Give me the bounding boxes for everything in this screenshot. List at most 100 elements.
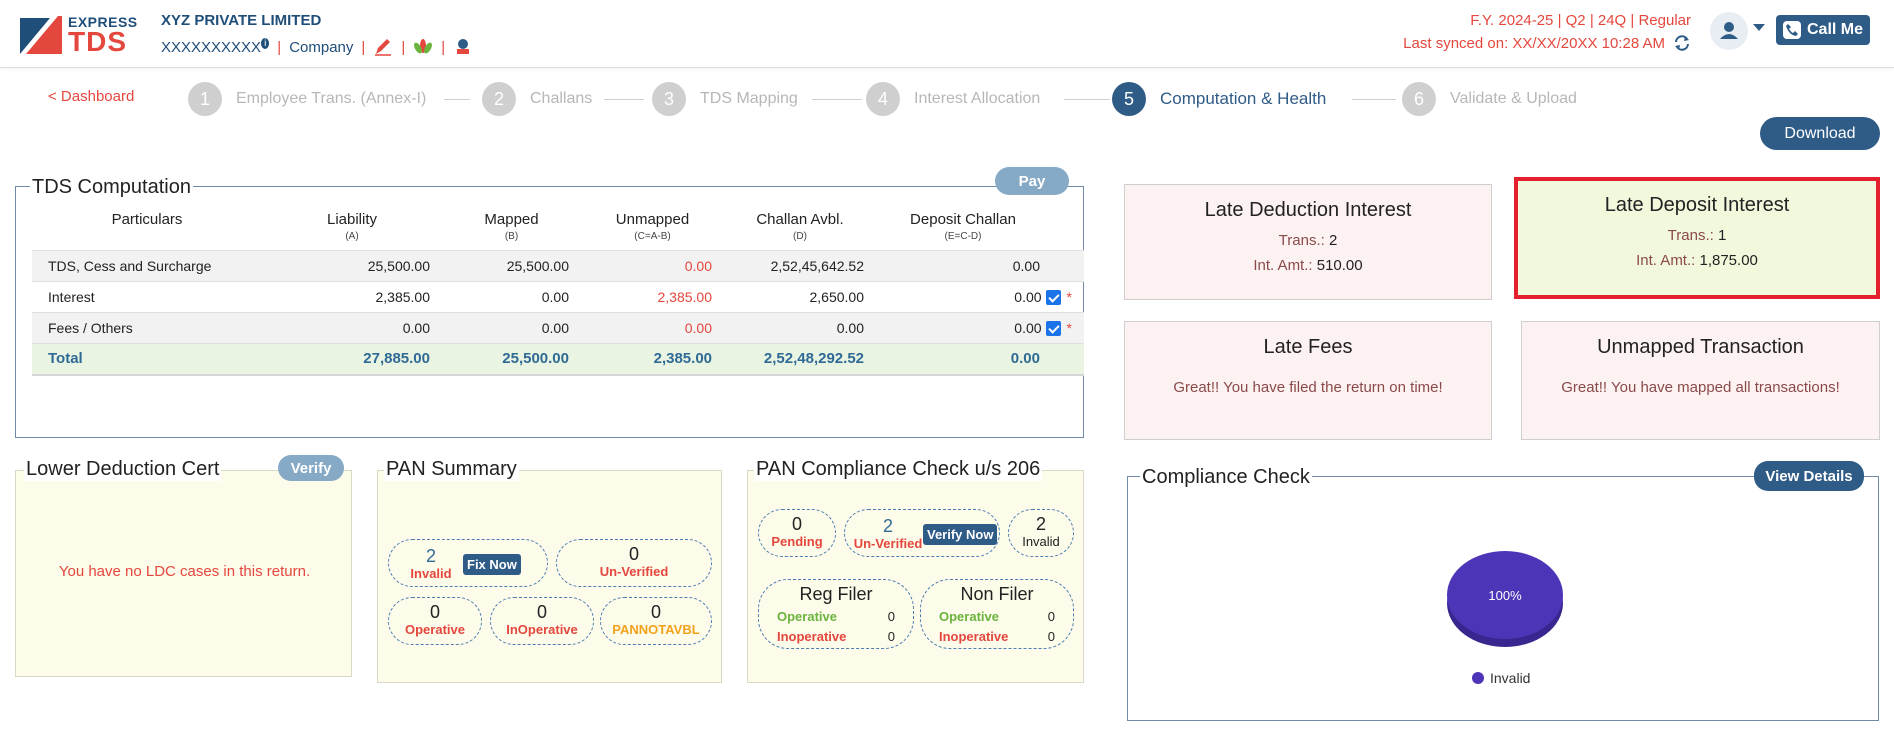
step-label: Computation & Health <box>1160 89 1327 108</box>
interest-deposit-checkbox[interactable] <box>1045 290 1061 306</box>
back-to-dashboard-link[interactable]: < Dashboard <box>48 88 134 105</box>
column-header: Liability (A) <box>262 211 442 251</box>
bubble-count: 0 <box>536 602 547 622</box>
column-header: Unmapped (C=A-B) <box>581 211 724 251</box>
table-row: Interest 2,385.00 0.00 2,385.00 2,650.00… <box>32 281 1084 313</box>
non-filer-title: Non Filer <box>960 584 1034 604</box>
pay-button[interactable]: Pay <box>995 167 1069 195</box>
logo-tds-text: TDS <box>68 26 127 57</box>
fees-deposit-checkbox[interactable] <box>1045 321 1061 337</box>
separator: | <box>277 38 282 56</box>
deposit-value: 0.00 <box>1014 319 1042 336</box>
tan-info-icon[interactable]: i <box>261 38 270 49</box>
emblem-icon[interactable] <box>453 38 473 56</box>
card-title: Late Fees <box>1263 336 1353 358</box>
compliance-unverified-bubble[interactable]: 2 Un-Verified Verify Now <box>844 509 1000 557</box>
column-label: Mapped <box>484 211 539 228</box>
column-sub: (B) <box>504 231 519 242</box>
cell-unmapped: 2,385.00 <box>581 343 724 376</box>
step-connector <box>444 99 470 100</box>
separator: | <box>361 38 366 56</box>
step-interest-allocation[interactable]: 4 Interest Allocation <box>866 82 1040 116</box>
step-employee-trans[interactable]: 1 Employee Trans. (Annex-I) <box>188 82 426 116</box>
card-trans-line: Trans.: 2 <box>1125 232 1491 249</box>
non-filer-bubble[interactable]: Non Filer Operative 0 Inoperative 0 <box>920 579 1074 649</box>
ldc-message: You have no LDC cases in this return. <box>58 563 311 580</box>
cell-challan: 2,52,45,642.52 <box>724 250 876 282</box>
column-sub: (D) <box>793 231 807 242</box>
pie-legend[interactable]: Invalid <box>1472 670 1530 686</box>
verify-button[interactable]: Verify <box>278 455 344 481</box>
pan-unverified-bubble[interactable]: 0 Un-Verified <box>556 539 712 587</box>
unmapped-transaction-card[interactable]: Unmapped Transaction Great!! You have ma… <box>1521 321 1880 440</box>
cell-mapped: 0.00 <box>442 312 581 344</box>
lower-deduction-cert-panel: Lower Deduction Cert Verify You have no … <box>15 455 352 677</box>
fix-now-button[interactable]: Fix Now <box>463 554 521 575</box>
pending-bubble[interactable]: 0 Pending <box>758 509 836 557</box>
step-label: Challans <box>530 90 593 107</box>
view-details-button[interactable]: View Details <box>1754 461 1864 491</box>
compliance-check-title: Compliance Check <box>1140 466 1312 489</box>
last-synced-info: Last synced on: XX/XX/20XX 10:28 AM <box>1403 34 1691 52</box>
tds-computation-panel: TDS Computation Pay Particulars Liabilit… <box>15 167 1084 438</box>
step-number: 1 <box>188 82 222 116</box>
step-number: 4 <box>866 82 900 116</box>
bubble-label: Invalid <box>1022 534 1060 549</box>
bubble-count: 2 <box>1035 514 1046 534</box>
step-computation-health[interactable]: 5 Computation & Health <box>1112 82 1326 116</box>
cell-mapped: 0.00 <box>442 281 581 313</box>
lotus-icon[interactable] <box>413 38 433 56</box>
late-deduction-interest-card[interactable]: Late Deduction Interest Trans.: 2 Int. A… <box>1124 184 1492 300</box>
edit-pencil-icon[interactable] <box>373 38 393 56</box>
late-fees-card[interactable]: Late Fees Great!! You have filed the ret… <box>1124 321 1492 440</box>
reg-operative-row: Operative 0 <box>759 607 913 627</box>
logo-mark-icon <box>20 16 62 54</box>
cell-particular: TDS, Cess and Surcharge <box>32 250 262 282</box>
operative-label: Operative <box>777 609 837 624</box>
user-avatar[interactable] <box>1710 12 1748 50</box>
sync-icon[interactable] <box>1673 34 1691 52</box>
financial-year-info: F.Y. 2024-25 | Q2 | 24Q | Regular <box>1470 12 1691 29</box>
express-tds-logo[interactable]: EXPRESS TDS <box>20 12 145 56</box>
step-number: 3 <box>652 82 686 116</box>
separator: | <box>401 38 406 56</box>
pan-compliance-panel: PAN Compliance Check u/s 206 0 Pending 2… <box>747 458 1084 683</box>
amt-label: Int. Amt.: <box>1253 257 1313 274</box>
step-connector <box>1064 99 1110 100</box>
deposit-value: 0.00 <box>1014 288 1042 305</box>
compliance-pie-chart[interactable]: 100% <box>1443 547 1567 657</box>
step-challans[interactable]: 2 Challans <box>482 82 592 116</box>
step-label: Interest Allocation <box>914 90 1041 107</box>
column-sub: (C=A-B) <box>634 231 671 242</box>
operative-label: Operative <box>939 609 999 624</box>
pan-inoperative-bubble[interactable]: 0 InOperative <box>490 597 594 645</box>
trans-value: 2 <box>1328 232 1338 249</box>
company-name: XYZ PRIVATE LIMITED <box>161 12 322 29</box>
verify-now-button[interactable]: Verify Now <box>923 524 998 545</box>
pan-notavbl-bubble[interactable]: 0 PANNOTAVBL <box>600 597 712 645</box>
card-amt-line: Int. Amt.: 510.00 <box>1125 257 1491 274</box>
pie-percent-label: 100% <box>1488 588 1522 603</box>
amt-value: 1,875.00 <box>1699 252 1758 269</box>
cell-unmapped: 0.00 <box>581 250 724 282</box>
late-deposit-interest-card[interactable]: Late Deposit Interest Trans.: 1 Int. Amt… <box>1514 177 1880 299</box>
download-button[interactable]: Download <box>1760 117 1880 150</box>
chevron-down-icon[interactable] <box>1753 24 1765 31</box>
operative-value: 0 <box>887 609 895 624</box>
column-label: Particulars <box>111 211 183 228</box>
call-me-button[interactable]: Call Me <box>1776 15 1870 45</box>
step-tds-mapping[interactable]: 3 TDS Mapping <box>652 82 798 116</box>
required-mark: * <box>1066 319 1072 336</box>
tan-number: XXXXXXXXXX i <box>161 38 270 56</box>
pan-compliance-title: PAN Compliance Check u/s 206 <box>754 458 1043 481</box>
pan-invalid-bubble[interactable]: 2 Invalid Fix Now <box>388 539 548 587</box>
reg-filer-bubble[interactable]: Reg Filer Operative 0 Inoperative 0 <box>758 579 914 649</box>
unverified-left: 2 Un-Verified <box>853 512 923 552</box>
separator: | <box>441 38 446 56</box>
step-validate-upload[interactable]: 6 Validate & Upload <box>1402 82 1577 116</box>
compliance-invalid-bubble[interactable]: 2 Invalid <box>1008 509 1074 557</box>
cell-particular: Interest <box>32 281 262 313</box>
pan-operative-bubble[interactable]: 0 Operative <box>388 597 482 645</box>
company-link[interactable]: Company <box>289 39 353 56</box>
non-inoperative-row: Inoperative 0 <box>921 627 1073 647</box>
